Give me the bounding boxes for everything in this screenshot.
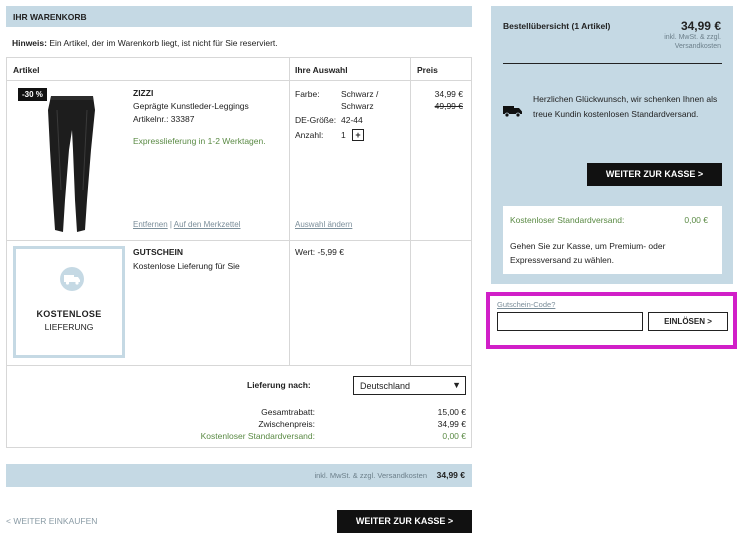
subtotal-value: 34,99 € [437, 419, 466, 429]
voucher-title: GUTSCHEIN [133, 247, 184, 257]
quantity-plus-button[interactable]: + [352, 129, 364, 141]
truck-icon [60, 267, 84, 291]
notice-label: Hinweis: [12, 38, 47, 48]
divider [410, 58, 411, 365]
discount-badge: -30 % [18, 88, 47, 101]
overview-title: Bestellübersicht (1 Artikel) [503, 21, 611, 31]
product-image[interactable] [17, 90, 129, 240]
product-brand: ZIZZI [133, 88, 154, 98]
total-discount-value: 15,00 € [437, 407, 466, 417]
standard-shipping-label: Kostenloser Standardversand: [510, 215, 625, 225]
tax-note: inkl. MwSt. & zzgl. Versandkosten [314, 471, 427, 480]
color-value-line2: Schwarz [341, 101, 374, 111]
shipping-upgrade-message: Gehen Sie zur Kasse, um Premium- oder Ex… [510, 241, 666, 265]
free-shipping-message: Herzlichen Glückwunsch, wir schenken Ihn… [533, 94, 718, 119]
quantity-label: Anzahl: [295, 130, 324, 140]
redeem-coupon-button[interactable]: EINLÖSEN > [648, 312, 728, 331]
divider [503, 63, 722, 64]
remove-link[interactable]: Entfernen [133, 220, 168, 229]
color-label: Farbe: [295, 89, 320, 99]
product-old-price: 49,99 € [434, 101, 463, 111]
free-shipping-label: Kostenloser Standardversand: [200, 431, 315, 441]
free-shipping-value: 0,00 € [442, 431, 466, 441]
coupon-section: Gutschein-Code? EINLÖSEN > [486, 292, 737, 349]
product-name: Geprägte Kunstleder-Leggings [133, 101, 249, 111]
coupon-code-input[interactable] [497, 312, 643, 331]
color-value-line1: Schwarz / [341, 89, 379, 99]
column-header-selection: Ihre Auswahl [295, 65, 348, 75]
change-selection-link[interactable]: Auswahl ändern [295, 220, 352, 229]
truck-icon [503, 106, 522, 118]
voucher-card: KOSTENLOSE LIEFERUNG [13, 246, 125, 358]
column-header-article: Artikel [13, 65, 40, 75]
column-header-price: Preis [417, 65, 438, 75]
divider [289, 58, 290, 365]
shipping-country-value: Deutschland [360, 381, 411, 391]
overview-tax-note: inkl. MwSt. & zzgl. Versandkosten [641, 34, 721, 51]
overview-tax-note-line1: inkl. MwSt. & zzgl. [664, 34, 721, 41]
chevron-down-icon: ▼ [452, 380, 461, 390]
overview-price: 34,99 € [680, 19, 721, 33]
shipping-country-select[interactable]: Deutschland ▼ [353, 376, 466, 395]
standard-shipping-value: 0,00 € [684, 215, 708, 225]
product-actions: Entfernen | Auf den Merkzettel [133, 220, 241, 229]
voucher-description: Kostenlose Lieferung für Sie [133, 261, 240, 271]
cart-total-bar: inkl. MwSt. & zzgl. Versandkosten 34,99 … [6, 464, 472, 487]
notice-text: Ein Artikel, der im Warenkorb liegt, ist… [46, 38, 278, 48]
continue-shopping-link[interactable]: < WEITER EINKAUFEN [6, 516, 97, 526]
voucher-value: Wert: -5,99 € [295, 247, 344, 257]
divider [7, 80, 471, 81]
size-label: DE-Größe: [295, 115, 337, 125]
divider [7, 240, 471, 241]
coupon-code-link[interactable]: Gutschein-Code? [497, 300, 555, 309]
shipping-country-label: Lieferung nach: [247, 380, 311, 390]
size-value: 42-44 [341, 115, 363, 125]
checkout-button-top[interactable]: WEITER ZUR KASSE > [587, 163, 722, 186]
wishlist-link[interactable]: Auf den Merkzettel [174, 220, 241, 229]
product-article-number: Artikelnr.: 33387 [133, 114, 195, 124]
cart-total: 34,99 € [436, 470, 465, 480]
subtotal-label: Zwischenpreis: [258, 419, 315, 429]
checkout-button-bottom[interactable]: WEITER ZUR KASSE > [337, 510, 472, 533]
express-delivery-info: Expresslieferung in 1-2 Werktagen. [133, 136, 266, 146]
cart-header: IHR WARENKORB [6, 6, 472, 27]
reservation-notice: Hinweis: Ein Artikel, der im Warenkorb l… [12, 38, 278, 48]
order-overview: Bestellübersicht (1 Artikel) 34,99 € ink… [491, 6, 733, 284]
quantity-value: 1 [341, 130, 346, 140]
total-discount-label: Gesamtrabatt: [261, 407, 315, 417]
voucher-card-subtitle: LIEFERUNG [44, 322, 94, 332]
shipping-info-box: Kostenloser Standardversand: 0,00 € Gehe… [503, 206, 722, 274]
product-price: 34,99 € [434, 89, 463, 99]
cart-table: Artikel Ihre Auswahl Preis -30 % ZIZZI G… [6, 57, 472, 448]
voucher-card-title: KOSTENLOSE [36, 309, 102, 319]
overview-tax-note-line2: Versandkosten [674, 42, 721, 50]
divider [7, 365, 471, 366]
